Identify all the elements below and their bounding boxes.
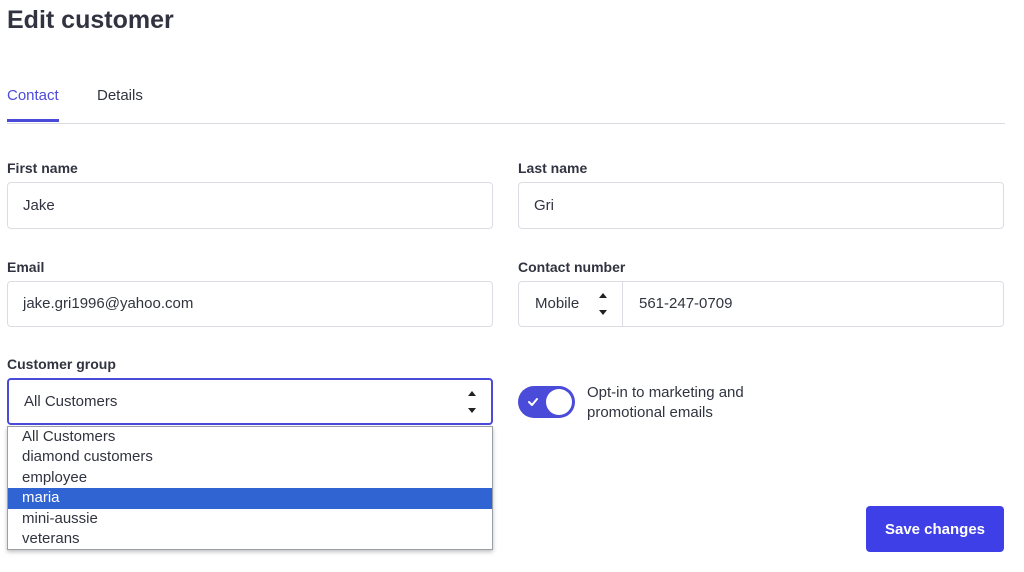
marketing-optin-label: Opt-in to marketing and promotional emai… bbox=[587, 384, 744, 421]
dropdown-option-highlighted[interactable]: maria bbox=[8, 488, 492, 509]
first-name-input[interactable]: Jake bbox=[7, 182, 493, 229]
last-name-label: Last name bbox=[518, 160, 588, 176]
dropdown-option[interactable]: veterans bbox=[8, 529, 492, 549]
last-name-input[interactable]: Gri bbox=[518, 182, 1004, 229]
dropdown-option[interactable]: employee bbox=[8, 468, 492, 488]
customer-group-dropdown: All Customers diamond customers employee… bbox=[7, 426, 493, 550]
marketing-optin-toggle[interactable] bbox=[518, 386, 575, 418]
check-icon bbox=[528, 398, 538, 406]
toggle-knob bbox=[546, 389, 572, 415]
contact-number-field: Mobile 561-247-0709 bbox=[518, 281, 1004, 327]
updown-chevron-icon bbox=[599, 293, 609, 315]
tab-contact[interactable]: Contact bbox=[7, 87, 59, 122]
email-label: Email bbox=[7, 259, 45, 275]
first-name-label: First name bbox=[7, 160, 78, 176]
contact-number-label: Contact number bbox=[518, 259, 626, 275]
updown-chevron-icon bbox=[468, 391, 478, 413]
phone-number-input[interactable]: 561-247-0709 bbox=[639, 282, 732, 326]
page-title: Edit customer bbox=[7, 6, 174, 34]
dropdown-option[interactable]: diamond customers bbox=[8, 447, 492, 467]
phone-type-value: Mobile bbox=[535, 295, 580, 312]
customer-group-value: All Customers bbox=[24, 393, 118, 410]
tab-details[interactable]: Details bbox=[97, 87, 143, 104]
customer-group-label: Customer group bbox=[7, 356, 116, 372]
customer-group-select[interactable]: All Customers bbox=[7, 378, 493, 425]
dropdown-option[interactable]: mini-aussie bbox=[8, 509, 492, 529]
phone-type-select[interactable]: Mobile bbox=[519, 282, 623, 326]
dropdown-option[interactable]: All Customers bbox=[8, 427, 492, 447]
save-changes-button[interactable]: Save changes bbox=[866, 506, 1004, 552]
tab-bar: Contact Details bbox=[7, 87, 1005, 124]
email-input[interactable]: jake.gri1996@yahoo.com bbox=[7, 281, 493, 327]
